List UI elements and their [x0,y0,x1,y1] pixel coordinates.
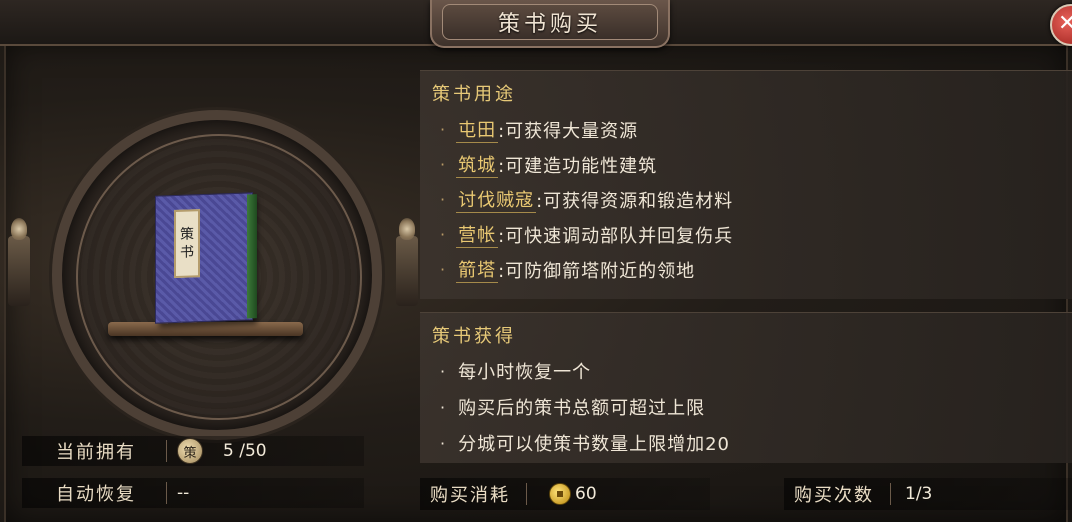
owned-label: 当前拥有 [56,442,136,463]
usage-item-zhucheng: · 筑城 :可建造功能性建筑 [440,151,657,178]
obtain-item: · 每小时恢复一个 [440,358,591,384]
auto-recover-label: 自动恢复 [56,484,136,505]
owned-divider [166,440,167,462]
dialog-title: 策书购买 [497,12,602,37]
usage-keyword[interactable]: 屯田 [456,116,499,143]
owned-row: 当前拥有 策 5 /50 [22,436,364,466]
bullet-icon: · [440,397,447,417]
close-icon: ✕ [1058,11,1072,36]
book-label-char-1: 策 [180,226,194,243]
bullet-icon: · [440,260,447,279]
book-cover: 策 书 [155,192,253,324]
purchase-cost-label: 购买消耗 [430,485,510,506]
usage-keyword[interactable]: 筑城 [456,151,499,178]
obtain-title: 策书获得 [432,326,516,347]
title-inner: 策书购买 [442,4,658,40]
usage-desc: :可快速调动部队并回复伤兵 [498,225,734,247]
usage-item-tuntian: · 屯田 :可获得大量资源 [440,116,638,143]
usage-item-yingzhang: · 营帐 :可快速调动部队并回复伤兵 [440,221,733,248]
usage-desc: :可获得资源和锻造材料 [536,190,734,212]
bullet-icon: · [440,361,447,381]
lamp-right-decoration [396,218,418,306]
lamp-left-decoration [8,218,30,306]
purchase-count-label: 购买次数 [794,485,874,506]
bullet-icon: · [440,190,447,209]
obtain-text: 购买后的策书总额可超过上限 [458,398,706,419]
usage-desc: :可防御箭塔附近的领地 [498,260,696,282]
purchase-count-value: 1/3 [905,484,933,504]
book-shelf [108,322,303,336]
auto-recover-divider [166,482,167,504]
owned-value: 5 /50 [223,441,267,461]
auto-recover-value: -- [177,483,190,503]
usage-item-jianta: · 箭塔 :可防御箭塔附近的领地 [440,256,695,283]
usage-keyword[interactable]: 箭塔 [456,256,499,283]
bullet-icon: · [440,120,447,139]
obtain-item: · 购买后的策书总额可超过上限 [440,394,705,420]
usage-keyword[interactable]: 讨伐贼寇 [456,186,537,213]
gold-coin-icon [549,483,571,505]
cost-divider [526,483,527,505]
usage-desc: :可建造功能性建筑 [498,155,658,177]
count-divider [890,483,891,505]
usage-title: 策书用途 [432,84,516,105]
usage-desc: :可获得大量资源 [498,120,639,142]
obtain-text: 分城可以使策书数量上限增加20 [458,434,730,455]
auto-recover-row: 自动恢复 -- [22,478,364,508]
bullet-icon: · [440,155,447,174]
purchase-cost-value: 60 [575,484,597,504]
usage-keyword[interactable]: 营帐 [456,221,499,248]
obtain-text: 每小时恢复一个 [458,362,592,383]
book-spine [247,194,257,319]
book-label: 策 书 [174,209,200,279]
strategy-book-token-icon: 策 [177,438,203,464]
title-plate: 策书购买 [430,0,670,48]
book-label-char-2: 书 [180,244,194,261]
usage-item-taofa: · 讨伐贼寇 :可获得资源和锻造材料 [440,186,733,213]
purchase-count-row: 购买次数 1/3 [784,478,1072,510]
obtain-item: · 分城可以使策书数量上限增加20 [440,430,730,456]
bullet-icon: · [440,225,447,244]
purchase-cost-row: 购买消耗 60 [420,478,710,510]
bullet-icon: · [440,433,447,453]
strategy-book-icon: 策 书 [155,192,257,325]
